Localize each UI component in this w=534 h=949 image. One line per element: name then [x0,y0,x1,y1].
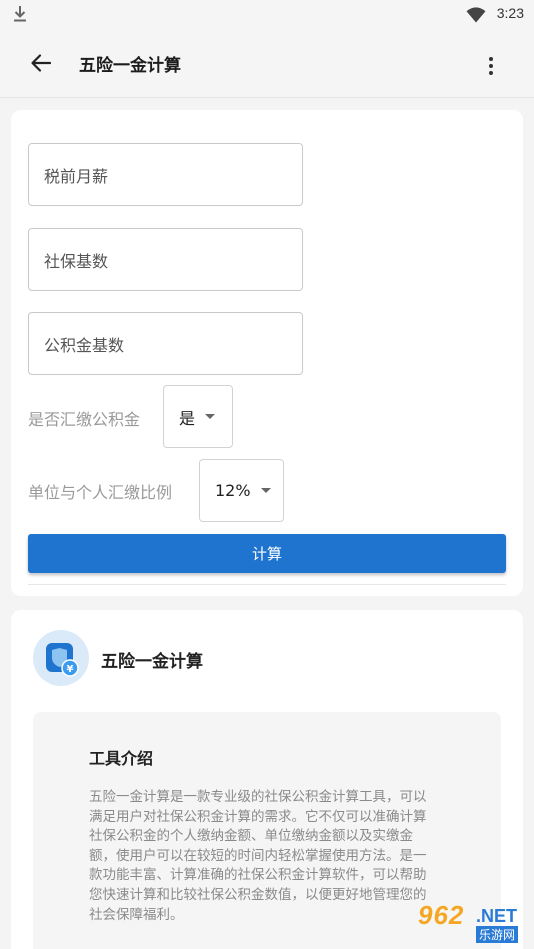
tool-info-card: ¥ 五险一金计算 工具介绍 五险一金计算是一款专业级的社保公积金计算工具，可以满… [11,610,523,949]
watermark-cn: 乐游网 [476,926,519,943]
ratio-value: 12% [215,481,251,500]
app-bar: 五险一金计算 [0,30,534,98]
svg-text:¥: ¥ [67,664,74,675]
more-vert-icon[interactable] [483,54,499,78]
salary-input[interactable]: 税前月薪 [28,143,303,206]
watermark-suffix: .NET [476,906,518,926]
shield-yen-icon: ¥ [46,643,79,677]
ratio-dropdown[interactable]: 12% [199,459,284,522]
tool-name: 五险一金计算 [101,652,203,672]
page-title: 五险一金计算 [79,56,181,76]
intro-title: 工具介绍 [89,749,154,768]
salary-placeholder: 税前月薪 [44,166,109,186]
wifi-icon [466,7,486,23]
status-time: 3:23 [496,5,524,21]
fund-base-input[interactable]: 公积金基数 [28,312,303,375]
fund-base-placeholder: 公积金基数 [44,335,125,355]
dropdown-caret-icon [205,414,216,419]
back-arrow-icon[interactable] [28,50,54,76]
social-base-placeholder: 社保基数 [44,251,109,271]
status-bar: 3:23 [0,0,534,30]
pay-fund-dropdown[interactable]: 是 [163,385,233,448]
pay-fund-value: 是 [179,408,196,428]
watermark-number: 962 [418,900,465,930]
download-icon [14,6,26,22]
tool-logo: ¥ [33,630,89,686]
calculate-button[interactable]: 计算 [28,534,506,573]
divider [28,584,506,585]
ratio-label: 单位与个人汇缴比例 [28,483,173,502]
pay-fund-label: 是否汇缴公积金 [28,410,141,429]
social-base-input[interactable]: 社保基数 [28,228,303,291]
calculator-card: 税前月薪 社保基数 公积金基数 是否汇缴公积金 是 单位与个人汇缴比例 12% … [11,110,523,596]
watermark-logo: 962 .NET 乐游网 [392,900,528,944]
intro-text: 五险一金计算是一款专业级的社保公积金计算工具，可以满足用户对社保公积金计算的需求… [89,789,427,923]
dropdown-caret-icon [260,488,271,493]
